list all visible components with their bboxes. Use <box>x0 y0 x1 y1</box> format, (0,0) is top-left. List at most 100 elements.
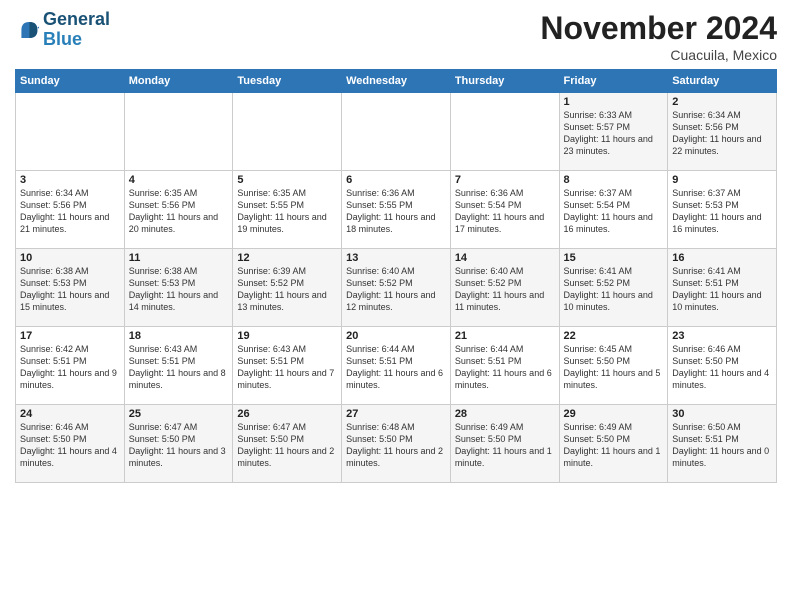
cell-text: Sunset: 5:52 PM <box>237 277 337 289</box>
day-number: 5 <box>237 174 337 186</box>
cell-text: Sunrise: 6:36 AM <box>346 187 446 199</box>
cell-text: Sunset: 5:53 PM <box>672 199 772 211</box>
week-row-5: 24Sunrise: 6:46 AMSunset: 5:50 PMDayligh… <box>16 405 777 483</box>
day-number: 29 <box>564 408 664 420</box>
cell-text: Sunrise: 6:44 AM <box>455 343 555 355</box>
cell-text: Daylight: 11 hours and 4 minutes. <box>20 445 120 469</box>
weekday-header-wednesday: Wednesday <box>342 70 451 93</box>
calendar-cell: 20Sunrise: 6:44 AMSunset: 5:51 PMDayligh… <box>342 327 451 405</box>
cell-text: Daylight: 11 hours and 9 minutes. <box>20 367 120 391</box>
weekday-header-sunday: Sunday <box>16 70 125 93</box>
calendar-cell: 8Sunrise: 6:37 AMSunset: 5:54 PMDaylight… <box>559 171 668 249</box>
calendar-cell: 1Sunrise: 6:33 AMSunset: 5:57 PMDaylight… <box>559 93 668 171</box>
cell-text: Sunrise: 6:40 AM <box>346 265 446 277</box>
weekday-header-saturday: Saturday <box>668 70 777 93</box>
cell-text: Sunrise: 6:33 AM <box>564 109 664 121</box>
day-number: 22 <box>564 330 664 342</box>
logo-icon <box>15 18 39 42</box>
calendar-cell: 11Sunrise: 6:38 AMSunset: 5:53 PMDayligh… <box>124 249 233 327</box>
day-number: 7 <box>455 174 555 186</box>
cell-text: Daylight: 11 hours and 3 minutes. <box>129 445 229 469</box>
calendar-table: SundayMondayTuesdayWednesdayThursdayFrid… <box>15 69 777 483</box>
day-number: 24 <box>20 408 120 420</box>
cell-text: Daylight: 11 hours and 10 minutes. <box>564 289 664 313</box>
cell-text: Sunrise: 6:44 AM <box>346 343 446 355</box>
logo: General Blue <box>15 10 110 50</box>
cell-text: Sunset: 5:56 PM <box>20 199 120 211</box>
cell-text: Daylight: 11 hours and 6 minutes. <box>455 367 555 391</box>
cell-text: Sunrise: 6:41 AM <box>672 265 772 277</box>
cell-text: Daylight: 11 hours and 18 minutes. <box>346 211 446 235</box>
cell-text: Sunrise: 6:37 AM <box>672 187 772 199</box>
cell-text: Daylight: 11 hours and 16 minutes. <box>672 211 772 235</box>
cell-text: Sunset: 5:57 PM <box>564 121 664 133</box>
calendar-cell: 13Sunrise: 6:40 AMSunset: 5:52 PMDayligh… <box>342 249 451 327</box>
cell-text: Sunset: 5:54 PM <box>455 199 555 211</box>
cell-text: Sunset: 5:52 PM <box>455 277 555 289</box>
day-number: 2 <box>672 96 772 108</box>
title-block: November 2024 Cuacuila, Mexico <box>540 10 777 63</box>
calendar-cell: 18Sunrise: 6:43 AMSunset: 5:51 PMDayligh… <box>124 327 233 405</box>
day-number: 9 <box>672 174 772 186</box>
cell-text: Daylight: 11 hours and 14 minutes. <box>129 289 229 313</box>
cell-text: Sunrise: 6:46 AM <box>20 421 120 433</box>
cell-text: Sunset: 5:51 PM <box>237 355 337 367</box>
cell-text: Daylight: 11 hours and 19 minutes. <box>237 211 337 235</box>
cell-text: Sunrise: 6:40 AM <box>455 265 555 277</box>
calendar-cell: 22Sunrise: 6:45 AMSunset: 5:50 PMDayligh… <box>559 327 668 405</box>
weekday-header-thursday: Thursday <box>450 70 559 93</box>
week-row-3: 10Sunrise: 6:38 AMSunset: 5:53 PMDayligh… <box>16 249 777 327</box>
cell-text: Daylight: 11 hours and 22 minutes. <box>672 133 772 157</box>
cell-text: Sunrise: 6:38 AM <box>129 265 229 277</box>
cell-text: Daylight: 11 hours and 2 minutes. <box>346 445 446 469</box>
calendar-cell: 17Sunrise: 6:42 AMSunset: 5:51 PMDayligh… <box>16 327 125 405</box>
cell-text: Sunset: 5:54 PM <box>564 199 664 211</box>
cell-text: Daylight: 11 hours and 20 minutes. <box>129 211 229 235</box>
cell-text: Sunset: 5:50 PM <box>237 433 337 445</box>
calendar-cell: 14Sunrise: 6:40 AMSunset: 5:52 PMDayligh… <box>450 249 559 327</box>
cell-text: Sunrise: 6:35 AM <box>237 187 337 199</box>
day-number: 23 <box>672 330 772 342</box>
calendar-cell: 29Sunrise: 6:49 AMSunset: 5:50 PMDayligh… <box>559 405 668 483</box>
cell-text: Sunset: 5:56 PM <box>129 199 229 211</box>
cell-text: Sunrise: 6:45 AM <box>564 343 664 355</box>
cell-text: Daylight: 11 hours and 6 minutes. <box>346 367 446 391</box>
month-title: November 2024 <box>540 10 777 47</box>
calendar-cell <box>233 93 342 171</box>
day-number: 26 <box>237 408 337 420</box>
cell-text: Daylight: 11 hours and 23 minutes. <box>564 133 664 157</box>
cell-text: Daylight: 11 hours and 17 minutes. <box>455 211 555 235</box>
cell-text: Daylight: 11 hours and 16 minutes. <box>564 211 664 235</box>
calendar-cell: 7Sunrise: 6:36 AMSunset: 5:54 PMDaylight… <box>450 171 559 249</box>
calendar-cell <box>450 93 559 171</box>
calendar-cell: 27Sunrise: 6:48 AMSunset: 5:50 PMDayligh… <box>342 405 451 483</box>
day-number: 3 <box>20 174 120 186</box>
cell-text: Sunrise: 6:35 AM <box>129 187 229 199</box>
calendar-cell: 19Sunrise: 6:43 AMSunset: 5:51 PMDayligh… <box>233 327 342 405</box>
day-number: 20 <box>346 330 446 342</box>
calendar-cell: 6Sunrise: 6:36 AMSunset: 5:55 PMDaylight… <box>342 171 451 249</box>
cell-text: Daylight: 11 hours and 4 minutes. <box>672 367 772 391</box>
cell-text: Sunrise: 6:49 AM <box>455 421 555 433</box>
cell-text: Daylight: 11 hours and 13 minutes. <box>237 289 337 313</box>
cell-text: Sunrise: 6:46 AM <box>672 343 772 355</box>
day-number: 18 <box>129 330 229 342</box>
calendar-cell <box>342 93 451 171</box>
calendar-cell: 10Sunrise: 6:38 AMSunset: 5:53 PMDayligh… <box>16 249 125 327</box>
cell-text: Sunset: 5:50 PM <box>129 433 229 445</box>
cell-text: Sunset: 5:50 PM <box>672 355 772 367</box>
cell-text: Sunset: 5:52 PM <box>564 277 664 289</box>
calendar-cell: 21Sunrise: 6:44 AMSunset: 5:51 PMDayligh… <box>450 327 559 405</box>
day-number: 15 <box>564 252 664 264</box>
cell-text: Daylight: 11 hours and 1 minute. <box>564 445 664 469</box>
cell-text: Daylight: 11 hours and 1 minute. <box>455 445 555 469</box>
cell-text: Sunrise: 6:43 AM <box>237 343 337 355</box>
day-number: 8 <box>564 174 664 186</box>
cell-text: Sunrise: 6:36 AM <box>455 187 555 199</box>
calendar-cell: 26Sunrise: 6:47 AMSunset: 5:50 PMDayligh… <box>233 405 342 483</box>
weekday-header-monday: Monday <box>124 70 233 93</box>
calendar-cell: 24Sunrise: 6:46 AMSunset: 5:50 PMDayligh… <box>16 405 125 483</box>
cell-text: Daylight: 11 hours and 8 minutes. <box>129 367 229 391</box>
cell-text: Daylight: 11 hours and 0 minutes. <box>672 445 772 469</box>
day-number: 1 <box>564 96 664 108</box>
